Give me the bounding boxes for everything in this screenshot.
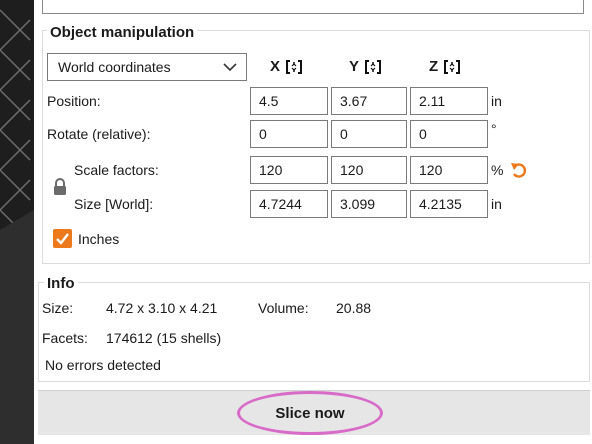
info-size-label: Size: [42, 300, 74, 316]
axis-label-x: X [270, 58, 281, 75]
position-x-input[interactable]: 4.5 [250, 87, 328, 115]
info-facets-value: 174612 (15 shells) [106, 330, 222, 346]
axis-drag-icon[interactable] [364, 59, 382, 75]
inches-checkbox[interactable] [53, 229, 72, 248]
object-manipulation-title: Object manipulation [47, 24, 198, 41]
info-volume-label: Volume: [258, 300, 309, 316]
position-unit: in [491, 93, 502, 109]
rotate-y-input[interactable]: 0 [331, 120, 407, 148]
rotate-unit: ° [491, 121, 497, 137]
chevron-down-icon [223, 63, 237, 72]
previous-section-frame [42, 0, 584, 14]
axis-header-y: Y [349, 58, 382, 75]
axis-label-z: Z [429, 58, 439, 75]
coordinate-system-value: World coordinates [58, 59, 171, 75]
size-x-input[interactable]: 4.7244 [250, 190, 328, 218]
scale-unit: % [491, 162, 504, 178]
axis-label-y: Y [349, 58, 360, 75]
scale-x-input[interactable]: 120 [250, 156, 328, 184]
right-panel: Object manipulation World coordinates X … [34, 0, 592, 444]
reset-arrow-icon[interactable] [510, 160, 528, 180]
inches-label: Inches [78, 231, 120, 247]
size-label: Size [World]: [74, 196, 154, 212]
size-z-input[interactable]: 4.2135 [410, 190, 488, 218]
info-volume-value: 20.88 [336, 300, 372, 316]
info-errors-status: No errors detected [45, 357, 161, 373]
scale-factors-label: Scale factors: [74, 162, 159, 178]
info-facets-label: Facets: [42, 330, 88, 346]
slice-now-button[interactable]: Slice now [237, 391, 383, 435]
info-title: Info [44, 275, 78, 292]
axis-header-x: X [270, 58, 303, 75]
position-y-input[interactable]: 3.67 [331, 87, 407, 115]
rotate-z-input[interactable]: 0 [410, 120, 488, 148]
scale-z-input[interactable]: 120 [410, 156, 488, 184]
rotate-x-input[interactable]: 0 [250, 120, 328, 148]
checkmark-icon [56, 233, 69, 245]
position-z-input[interactable]: 2.11 [410, 87, 488, 115]
scale-y-input[interactable]: 120 [331, 156, 407, 184]
axis-drag-icon[interactable] [443, 59, 461, 75]
lock-icon[interactable] [53, 178, 67, 196]
rotate-label: Rotate (relative): [47, 126, 151, 142]
axis-drag-icon[interactable] [285, 59, 303, 75]
axis-header-z: Z [429, 58, 461, 75]
info-size-value: 4.72 x 3.10 x 4.21 [106, 300, 218, 316]
size-unit: in [491, 196, 502, 212]
3d-viewport-edge[interactable] [0, 0, 34, 444]
position-label: Position: [47, 93, 101, 109]
size-y-input[interactable]: 3.099 [331, 190, 407, 218]
coordinate-system-dropdown[interactable]: World coordinates [47, 53, 247, 81]
